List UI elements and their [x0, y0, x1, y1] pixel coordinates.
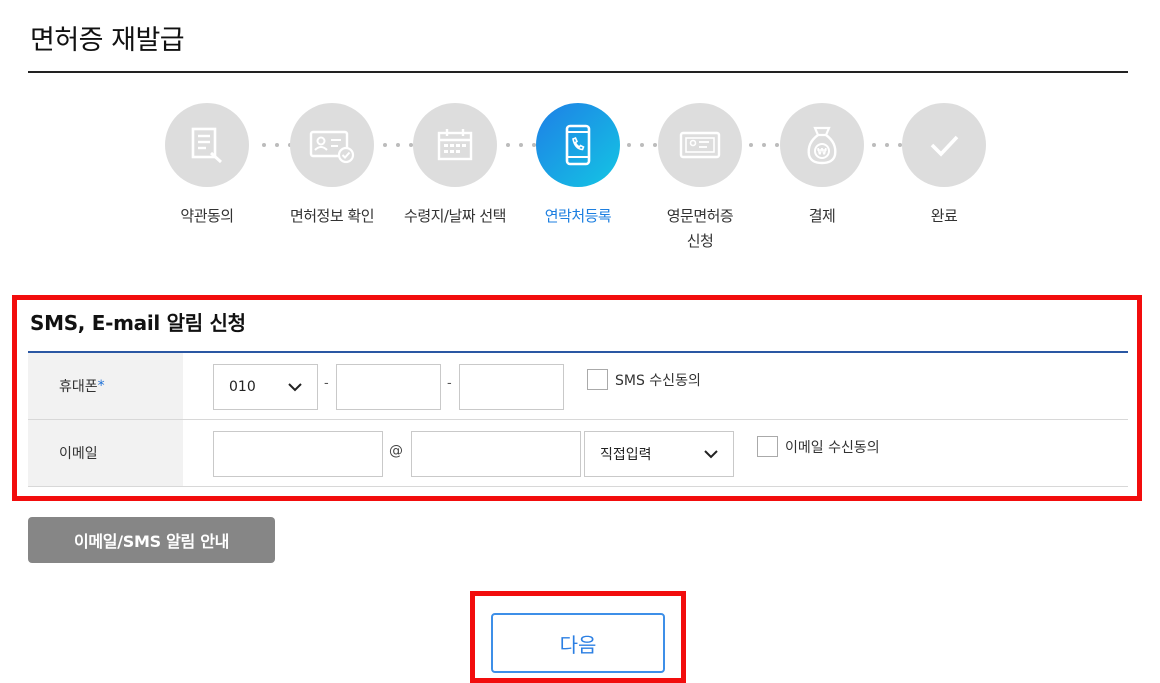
phone-prefix-value: 010: [229, 379, 256, 395]
email-domain-input[interactable]: [411, 431, 581, 477]
email-domain-select[interactable]: 직접입력: [584, 431, 734, 477]
phone-middle-input[interactable]: [336, 364, 441, 410]
email-domain-select-value: 직접입력: [600, 447, 652, 463]
money-bag-won-icon: ₩: [780, 103, 864, 187]
step-label: 수령지/날짜 선택: [404, 207, 506, 225]
checkbox-box[interactable]: [587, 369, 608, 390]
step-terms: 약관동의: [142, 103, 272, 229]
id-card-check-icon: [290, 103, 374, 187]
step-label: 결제: [808, 207, 836, 225]
step-complete: 완료: [879, 103, 1009, 229]
calendar-icon: [413, 103, 497, 187]
phone-label: 휴대폰 *: [28, 353, 183, 419]
svg-text:₩: ₩: [817, 148, 827, 158]
check-icon: [902, 103, 986, 187]
phone-icon: [536, 103, 620, 187]
email-fields: @ 직접입력 이메일 수신동의: [183, 420, 1128, 486]
chevron-down-icon: [288, 383, 302, 392]
title-divider: [28, 71, 1128, 73]
section-title: SMS, E-mail 알림 신청: [30, 311, 246, 335]
email-consent-label: 이메일 수신동의: [785, 439, 880, 456]
email-label-text: 이메일: [59, 446, 98, 462]
email-id-input[interactable]: [213, 431, 383, 477]
step-contact: 연락처등록: [513, 103, 643, 229]
document-pen-icon: [165, 103, 249, 187]
sms-consent-checkbox[interactable]: SMS 수신동의: [587, 369, 701, 390]
step-payment: ₩ 결제: [757, 103, 887, 229]
sms-consent-label: SMS 수신동의: [615, 372, 701, 389]
chevron-down-icon: [704, 450, 718, 459]
email-label: 이메일: [28, 420, 183, 486]
checkbox-box[interactable]: [757, 436, 778, 457]
at-sign: @: [389, 443, 403, 459]
notification-form: 휴대폰 * 010 - - SMS 수신동의 이메일 @ 직접입력 이메일 수신…: [28, 351, 1128, 487]
step-label: 완료: [930, 207, 958, 225]
phone-separator: -: [447, 376, 452, 391]
phone-separator: -: [324, 376, 329, 391]
step-label: 연락처등록: [544, 207, 612, 225]
step-label: 면허정보 확인: [289, 207, 375, 225]
step-pickup-date: 수령지/날짜 선택: [390, 103, 520, 229]
phone-prefix-select[interactable]: 010: [213, 364, 318, 410]
notification-guide-button[interactable]: 이메일/SMS 알림 안내: [28, 517, 275, 563]
page-title: 면허증 재발급: [30, 25, 185, 56]
step-license-info: 면허정보 확인: [267, 103, 397, 229]
step-label: 영문면허증 신청: [635, 204, 765, 254]
email-consent-checkbox[interactable]: 이메일 수신동의: [757, 436, 880, 457]
required-mark: *: [97, 378, 105, 394]
step-label-text: 영문면허증 신청: [666, 207, 734, 250]
email-row: 이메일 @ 직접입력 이메일 수신동의: [28, 420, 1128, 487]
phone-fields: 010 - - SMS 수신동의: [183, 353, 1128, 419]
step-label: 약관동의: [180, 207, 234, 225]
phone-label-text: 휴대폰: [59, 379, 98, 395]
progress-steps: 약관동의 면허정보 확인 수령지/날짜 선택 연락처등록 영문면허증 신청 ₩ …: [150, 103, 1010, 263]
phone-row: 휴대폰 * 010 - - SMS 수신동의: [28, 353, 1128, 420]
step-english-license: 영문면허증 신청: [635, 103, 765, 254]
phone-last-input[interactable]: [459, 364, 564, 410]
next-button[interactable]: 다음: [491, 613, 665, 673]
id-card-icon: [658, 103, 742, 187]
